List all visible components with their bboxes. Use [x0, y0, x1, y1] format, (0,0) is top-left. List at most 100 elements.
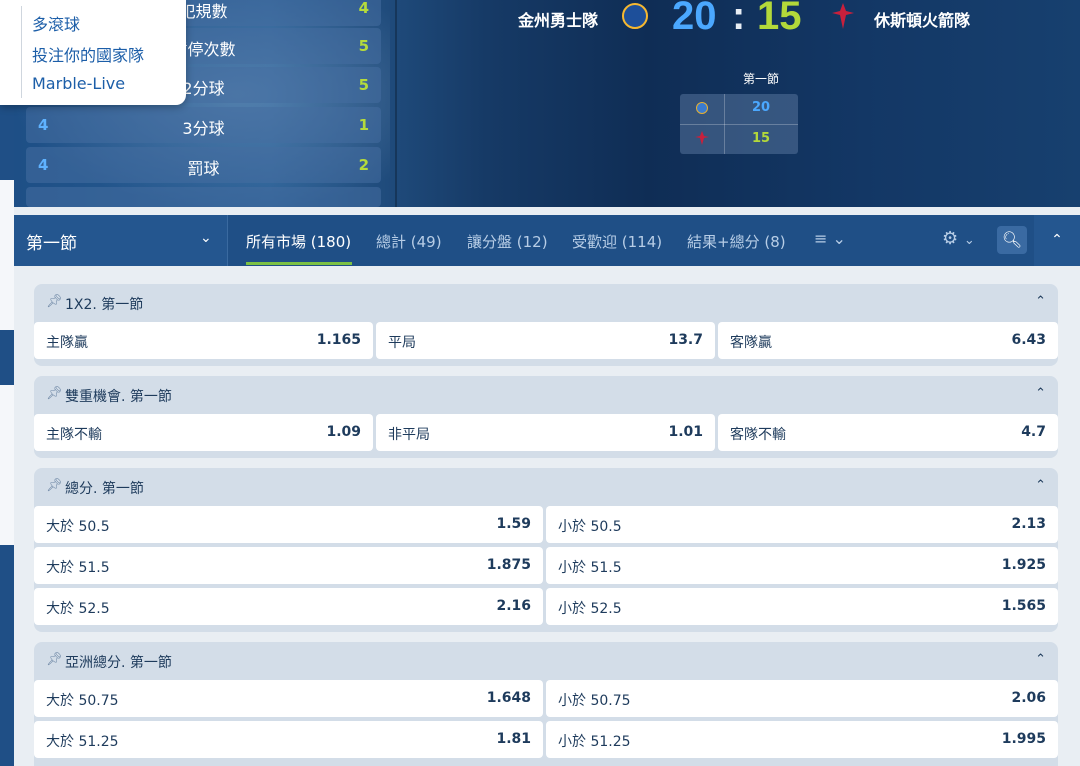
odds-cell[interactable]: 大於 52.5 2.16: [34, 588, 543, 625]
odds-cell[interactable]: 小於 50.5 2.13: [546, 506, 1058, 543]
outcome-odds: 1.648: [486, 690, 531, 706]
outcome-odds: 1.09: [326, 424, 361, 440]
outcome-name: 非平局: [388, 427, 430, 443]
chevron-up-icon[interactable]: ⌃: [1035, 652, 1046, 667]
market-1x2: 📌︎ 1X2. 第一節 ⌃ 主隊贏 1.165 平局 13.7 客隊贏 6.43: [34, 284, 1058, 366]
tab-totals[interactable]: 總計 (49): [376, 231, 442, 252]
stat-row-freethrows: 4 罰球 2: [26, 147, 381, 183]
search-icon[interactable]: 🔍︎: [997, 226, 1027, 254]
tab-popular[interactable]: 受歡迎 (114): [572, 231, 662, 252]
period-home-score: 20: [751, 100, 771, 115]
pin-icon[interactable]: 📌︎: [46, 386, 63, 401]
outcome-name: 平局: [388, 335, 416, 351]
stat-row-partial: [26, 187, 381, 207]
odds-cell[interactable]: 主隊不輸 1.09: [34, 414, 373, 451]
away-team-name: 休斯頓火箭隊: [874, 11, 971, 30]
more-tabs-menu-icon[interactable]: ≡ ⌄: [814, 229, 846, 248]
stat-away: 1: [358, 116, 369, 134]
outcome-odds: 1.01: [668, 424, 703, 440]
odds-cell[interactable]: 小於 51.5 1.925: [546, 547, 1058, 584]
outcome-odds: 1.59: [496, 516, 531, 532]
outcome-name: 小於 52.5: [558, 601, 622, 617]
market-nav: 第一節 ⌄ 所有市場 (180) 總計 (49) 讓分盤 (12) 受歡迎 (1…: [14, 215, 1080, 266]
pin-icon[interactable]: 📌︎: [46, 652, 63, 667]
outcome-name: 客隊不輸: [730, 427, 786, 443]
outcome-name: 客隊贏: [730, 335, 772, 351]
menu-item-multi-live[interactable]: 多滾球: [32, 11, 80, 35]
outcome-name: 小於 50.5: [558, 519, 622, 535]
stat-row-3pt: 4 3分球 1: [26, 107, 381, 143]
market-double-chance: 📌︎ 雙重機會. 第一節 ⌃ 主隊不輸 1.09 非平局 1.01 客隊不輸 4…: [34, 376, 1058, 458]
active-tab-indicator: [246, 262, 352, 265]
gear-icon[interactable]: ⚙ ⌄: [942, 228, 975, 249]
chevron-up-icon[interactable]: ⌃: [1035, 294, 1046, 309]
tab-result-total[interactable]: 結果+總分 (8): [687, 231, 786, 252]
dropdown-menu: 多滾球 投注你的國家隊 Marble-Live: [0, 0, 186, 105]
market-header[interactable]: 📌︎ 雙重機會. 第一節 ⌃: [34, 376, 1058, 414]
outcome-odds: 13.7: [668, 332, 703, 348]
period-select-value: 第一節: [26, 234, 77, 254]
outcome-name: 大於 51.25: [46, 734, 119, 750]
outcome-odds: 1.995: [1001, 731, 1046, 747]
outcome-odds: 6.43: [1011, 332, 1046, 348]
stat-away: 5: [358, 76, 369, 94]
stat-label: 罰球: [187, 159, 220, 178]
outcome-name: 小於 51.25: [558, 734, 631, 750]
odds-cell[interactable]: 大於 51.5 1.875: [34, 547, 543, 584]
outcome-odds: 2.13: [1011, 516, 1046, 532]
market-header[interactable]: 📌︎ 1X2. 第一節 ⌃: [34, 284, 1058, 322]
outcome-odds: 2.16: [496, 598, 531, 614]
stat-away: 5: [358, 37, 369, 55]
odds-cell[interactable]: 大於 50.5 1.59: [34, 506, 543, 543]
market-title: 1X2. 第一節: [65, 297, 144, 313]
odds-cell[interactable]: 客隊不輸 4.7: [718, 414, 1058, 451]
period-select[interactable]: 第一節 ⌄: [14, 215, 228, 266]
warriors-small-icon: [696, 102, 708, 114]
odds-cell[interactable]: 非平局 1.01: [376, 414, 715, 451]
odds-cell[interactable]: 小於 50.75 2.06: [546, 680, 1058, 717]
away-score: 15: [757, 0, 802, 38]
menu-item-marble-live[interactable]: Marble-Live: [32, 74, 125, 93]
market-title: 亞洲總分. 第一節: [65, 655, 172, 671]
tab-handicap[interactable]: 讓分盤 (12): [467, 231, 548, 252]
home-score: 20: [672, 0, 717, 38]
odds-cell[interactable]: 客隊贏 6.43: [718, 322, 1058, 359]
pin-icon[interactable]: 📌︎: [46, 478, 63, 493]
outcome-name: 大於 52.5: [46, 601, 110, 617]
stat-away: 4: [358, 0, 369, 17]
outcome-odds: 2.06: [1011, 690, 1046, 706]
chevron-up-icon[interactable]: ⌃: [1035, 478, 1046, 493]
period-scores: 20 15: [680, 94, 798, 154]
outcome-odds: 1.565: [1001, 598, 1046, 614]
rockets-small-icon: [695, 131, 709, 145]
menu-item-national-team[interactable]: 投注你的國家隊: [32, 42, 144, 66]
odds-cell[interactable]: 平局 13.7: [376, 322, 715, 359]
tab-all-markets[interactable]: 所有市場 (180): [246, 231, 351, 252]
left-sidebar-edge: [0, 0, 14, 766]
outcome-odds: 1.81: [496, 731, 531, 747]
warriors-logo-icon: [622, 3, 648, 29]
outcome-odds: 4.7: [1021, 424, 1046, 440]
outcome-name: 大於 50.75: [46, 693, 119, 709]
market-title: 總分. 第一節: [65, 481, 144, 497]
pin-icon[interactable]: 📌︎: [46, 294, 63, 309]
collapse-up-icon[interactable]: ⌃: [1034, 215, 1080, 266]
outcome-name: 大於 50.5: [46, 519, 110, 535]
odds-cell[interactable]: 大於 50.75 1.648: [34, 680, 543, 717]
odds-cell[interactable]: 主隊贏 1.165: [34, 322, 373, 359]
score-separator: :: [732, 0, 746, 38]
home-team-name: 金州勇士隊: [518, 11, 599, 30]
period-away-score: 15: [751, 131, 771, 146]
odds-cell[interactable]: 小於 51.25 1.995: [546, 721, 1058, 758]
market-totals: 📌︎ 總分. 第一節 ⌃ 大於 50.5 1.59 小於 50.5 2.13 大…: [34, 468, 1058, 632]
stat-away: 2: [358, 156, 369, 174]
chevron-up-icon[interactable]: ⌃: [1035, 386, 1046, 401]
market-header[interactable]: 📌︎ 亞洲總分. 第一節 ⌃: [34, 642, 1058, 680]
market-asian-totals: 📌︎ 亞洲總分. 第一節 ⌃ 大於 50.75 1.648 小於 50.75 2…: [34, 642, 1058, 766]
odds-cell[interactable]: 大於 51.25 1.81: [34, 721, 543, 758]
odds-cell[interactable]: 小於 52.5 1.565: [546, 588, 1058, 625]
market-header[interactable]: 📌︎ 總分. 第一節 ⌃: [34, 468, 1058, 506]
outcome-odds: 1.925: [1001, 557, 1046, 573]
chevron-down-icon: ⌄: [200, 230, 212, 246]
outcome-name: 主隊不輸: [46, 427, 102, 443]
